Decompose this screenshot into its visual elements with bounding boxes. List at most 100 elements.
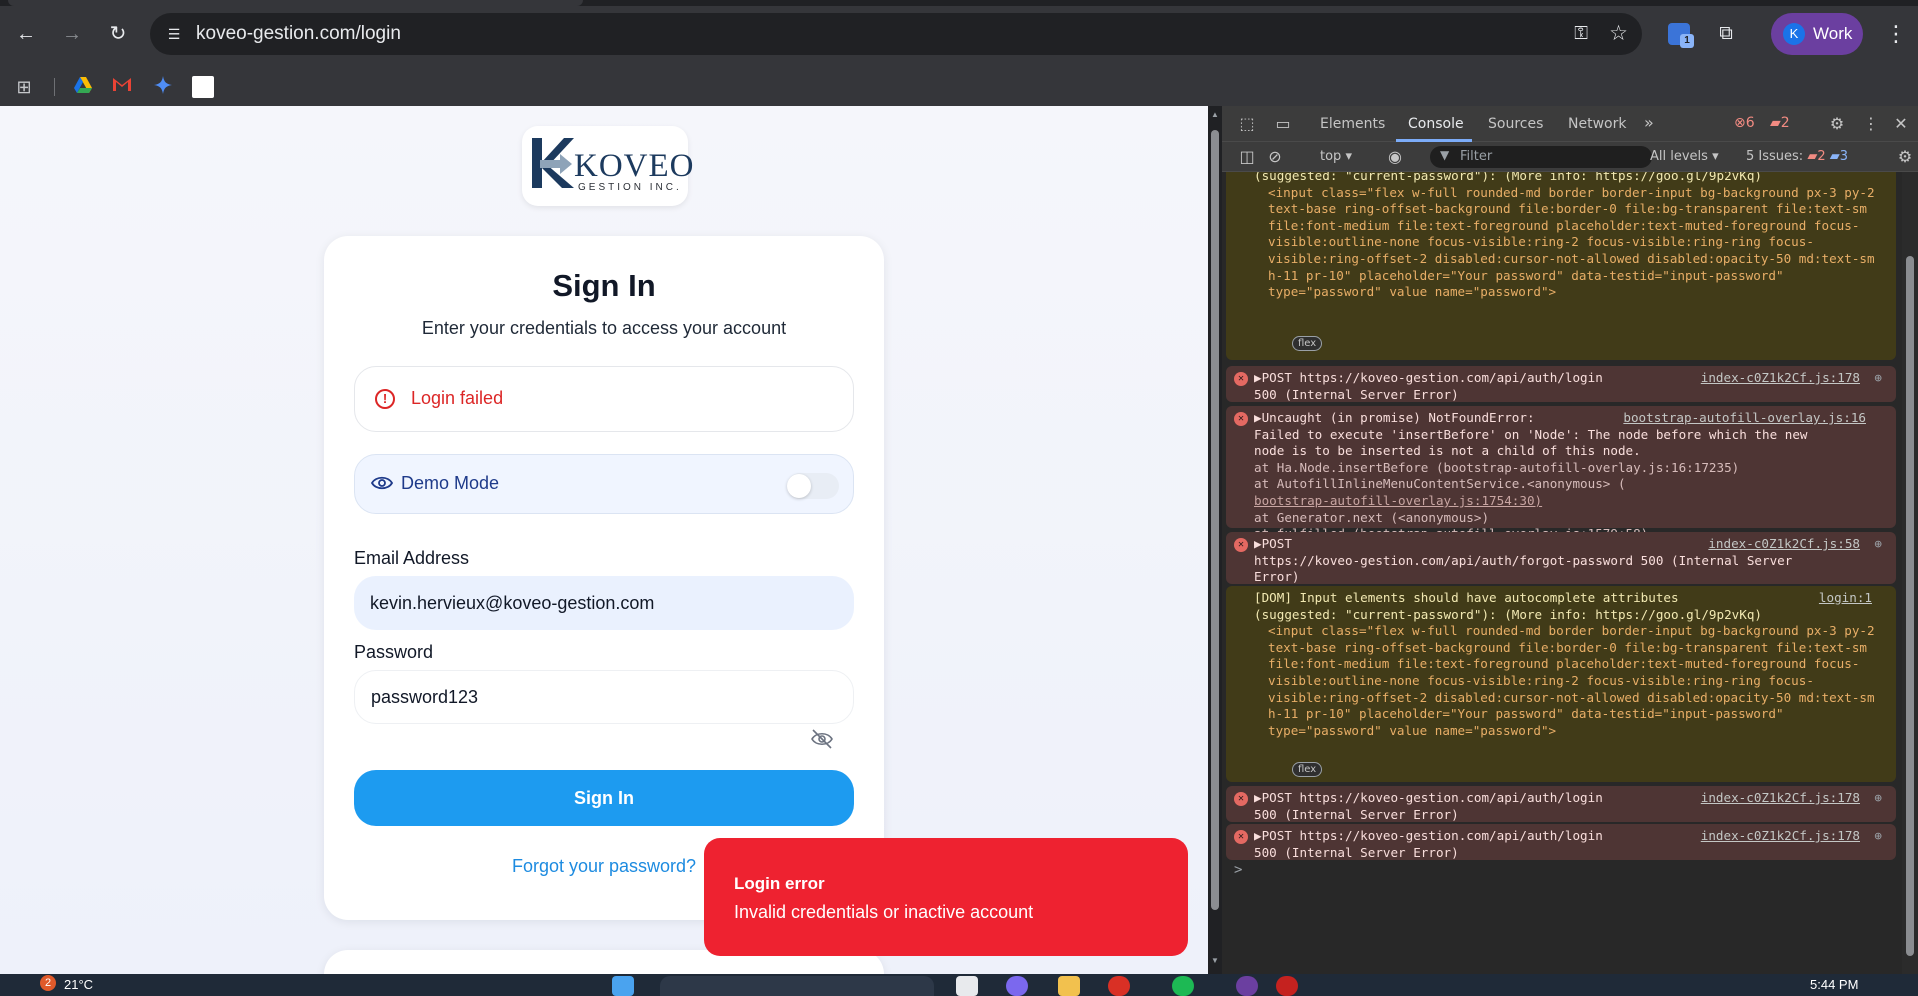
source-link[interactable]: login:1 [1819, 590, 1872, 607]
file-explorer-icon[interactable] [1058, 976, 1080, 996]
chrome-work-icon[interactable] [1276, 976, 1298, 996]
browser-menu-icon[interactable]: ⋮ [1885, 20, 1907, 48]
weather-widget[interactable]: 21°C [64, 977, 93, 992]
console-error: ✕ ▶POST https://koveo-gestion.com/api/au… [1226, 786, 1896, 822]
console-error: ✕ ▶Uncaught (in promise) NotFoundError: … [1226, 406, 1896, 541]
extensions-puzzle-icon[interactable]: ⧉ [1712, 20, 1740, 48]
spotify-icon[interactable] [1172, 976, 1194, 996]
toast-message: Invalid credentials or inactive account [734, 902, 1034, 922]
google-drive-icon[interactable] [72, 76, 94, 98]
demo-mode-toggle[interactable] [787, 473, 839, 499]
address-bar[interactable]: ☰ koveo-gestion.com/login ⚿ ☆ [150, 13, 1642, 55]
back-icon[interactable]: ← [12, 20, 40, 48]
page-subtitle: Enter your credentials to access your ac… [421, 318, 787, 338]
issues-counter[interactable]: 5 Issues: ▰2 ▰3 [1746, 149, 1848, 164]
tab-elements[interactable]: Elements [1320, 116, 1385, 132]
console-line: (suggested: "current-password"): (More i… [1254, 172, 1762, 183]
email-field[interactable] [354, 576, 854, 630]
console-line[interactable]: bootstrap-autofill-overlay.js:1754:30) [1254, 493, 1890, 510]
error-toast[interactable]: Login error Invalid credentials or inact… [704, 838, 1188, 956]
active-tab[interactable] [8, 0, 583, 6]
clear-console-icon[interactable]: ⊘ [1264, 146, 1286, 168]
weather-alert-badge: 2 [40, 975, 56, 991]
taskbar: 2 21°C 5:44 PM [0, 974, 1918, 996]
live-expression-eye-icon[interactable]: ◉ [1384, 146, 1406, 168]
page-scroll-thumb[interactable] [1211, 130, 1219, 910]
context-selector[interactable]: top ▾ [1320, 149, 1352, 164]
source-link[interactable]: index-c0Z1k2Cf.js:178 [1701, 370, 1860, 387]
console-scrollbar[interactable] [1902, 172, 1918, 974]
console-prompt[interactable]: > [1234, 862, 1242, 879]
console-line: 500 (Internal Server Error) [1254, 806, 1459, 822]
password-key-icon[interactable]: ⚿ [1574, 23, 1588, 44]
scroll-up-icon[interactable]: ▲ [1210, 110, 1220, 119]
device-toolbar-icon[interactable]: ▭ [1272, 113, 1294, 135]
close-devtools-icon[interactable]: ✕ [1890, 113, 1912, 135]
task-view-icon[interactable] [956, 976, 978, 996]
scroll-down-icon[interactable]: ▼ [1210, 956, 1220, 965]
logo-subtitle: GESTION INC. [578, 182, 682, 193]
console-html-snippet[interactable]: <input class="flex w-full rounded-md bor… [1254, 185, 1890, 301]
console-line: [DOM] Input elements should have autocom… [1254, 590, 1679, 605]
error-count-badge[interactable]: ⊗6 [1734, 115, 1755, 131]
koveo-favicon[interactable] [192, 76, 214, 98]
page-scrollbar[interactable]: ▲ ▼ [1208, 106, 1222, 974]
signin-button[interactable]: Sign In [354, 770, 854, 826]
windows-start-icon[interactable] [612, 976, 634, 996]
console-line: https://koveo-gestion.com/api/auth/forgo… [1254, 552, 1793, 568]
apps-grid-icon[interactable]: ⊞ [13, 76, 35, 98]
gemini-icon[interactable] [152, 76, 174, 98]
more-tabs-icon[interactable]: » [1644, 113, 1654, 132]
profile-button[interactable]: K Work [1771, 13, 1863, 55]
url-text[interactable]: koveo-gestion.com/login [196, 23, 401, 45]
console-filter-input[interactable]: ▼ Filter [1430, 146, 1652, 168]
taskbar-search[interactable] [660, 976, 934, 996]
inspect-element-icon[interactable]: ⬚ [1236, 113, 1258, 135]
warning-count-badge[interactable]: ▰2 [1770, 115, 1790, 131]
network-globe-icon: ⊕ [1874, 370, 1882, 385]
toggle-knob [787, 474, 811, 498]
console-html-snippet[interactable]: <input class="flex w-full rounded-md bor… [1254, 623, 1890, 739]
flex-badge[interactable]: flex [1292, 336, 1323, 351]
tab-console[interactable]: Console [1408, 116, 1464, 132]
tab-sources[interactable]: Sources [1488, 116, 1543, 132]
console-line: Failed to execute 'insertBefore' on 'Nod… [1254, 426, 1808, 442]
error-x-icon: ✕ [1234, 830, 1248, 844]
alert-circle-icon: ! [375, 389, 395, 409]
demo-mode-row: Demo Mode [354, 454, 854, 514]
console-line: at Ha.Node.insertBefore (bootstrap-autof… [1254, 459, 1740, 475]
password-label: Password [354, 642, 434, 662]
demo-mode-label: Demo Mode [401, 473, 500, 493]
bookmark-star-icon[interactable]: ☆ [1609, 21, 1628, 46]
settings-gear-icon[interactable]: ⚙ [1826, 113, 1848, 135]
source-link[interactable]: index-c0Z1k2Cf.js:58 [1708, 536, 1860, 553]
console-settings-icon[interactable]: ⚙ [1894, 146, 1916, 168]
log-levels-dropdown[interactable]: All levels ▾ [1650, 149, 1719, 164]
sidebar-toggle-icon[interactable]: ◫ [1236, 146, 1258, 168]
console-line: (suggested: "current-password"): (More i… [1254, 606, 1762, 622]
gmail-icon[interactable] [111, 76, 133, 98]
console-error: ✕ ▶POST https://koveo-gestion.com/api/au… [1226, 366, 1896, 402]
password-field[interactable] [354, 670, 854, 724]
toast-title: Login error [734, 874, 825, 893]
chrome-icon[interactable] [1108, 976, 1130, 996]
more-options-icon[interactable]: ⋮ [1860, 113, 1882, 135]
tab-network[interactable]: Network [1568, 116, 1626, 132]
flex-badge[interactable]: flex [1292, 762, 1323, 777]
filter-placeholder: Filter [1460, 149, 1493, 164]
logo-wordmark: KOVEO [574, 148, 695, 184]
forward-icon[interactable]: → [58, 20, 86, 48]
console-scroll-thumb[interactable] [1906, 256, 1914, 956]
source-link[interactable]: index-c0Z1k2Cf.js:178 [1701, 828, 1860, 845]
source-link[interactable]: bootstrap-autofill-overlay.js:16 [1623, 410, 1866, 427]
copilot-icon[interactable] [1006, 976, 1028, 996]
site-info-icon[interactable]: ☰ [164, 24, 184, 44]
eye-off-icon[interactable] [810, 728, 834, 750]
system-clock: 5:44 PM [1810, 977, 1859, 992]
reload-icon[interactable]: ↻ [104, 20, 132, 48]
chrome-profile-icon[interactable] [1236, 976, 1258, 996]
signin-card: Sign In Enter your credentials to access… [324, 236, 884, 920]
console-line: at AutofillInlineMenuContentService.<ano… [1254, 476, 1626, 492]
source-link[interactable]: index-c0Z1k2Cf.js:178 [1701, 790, 1860, 807]
console-output: (suggested: "current-password"): (More i… [1222, 172, 1902, 974]
